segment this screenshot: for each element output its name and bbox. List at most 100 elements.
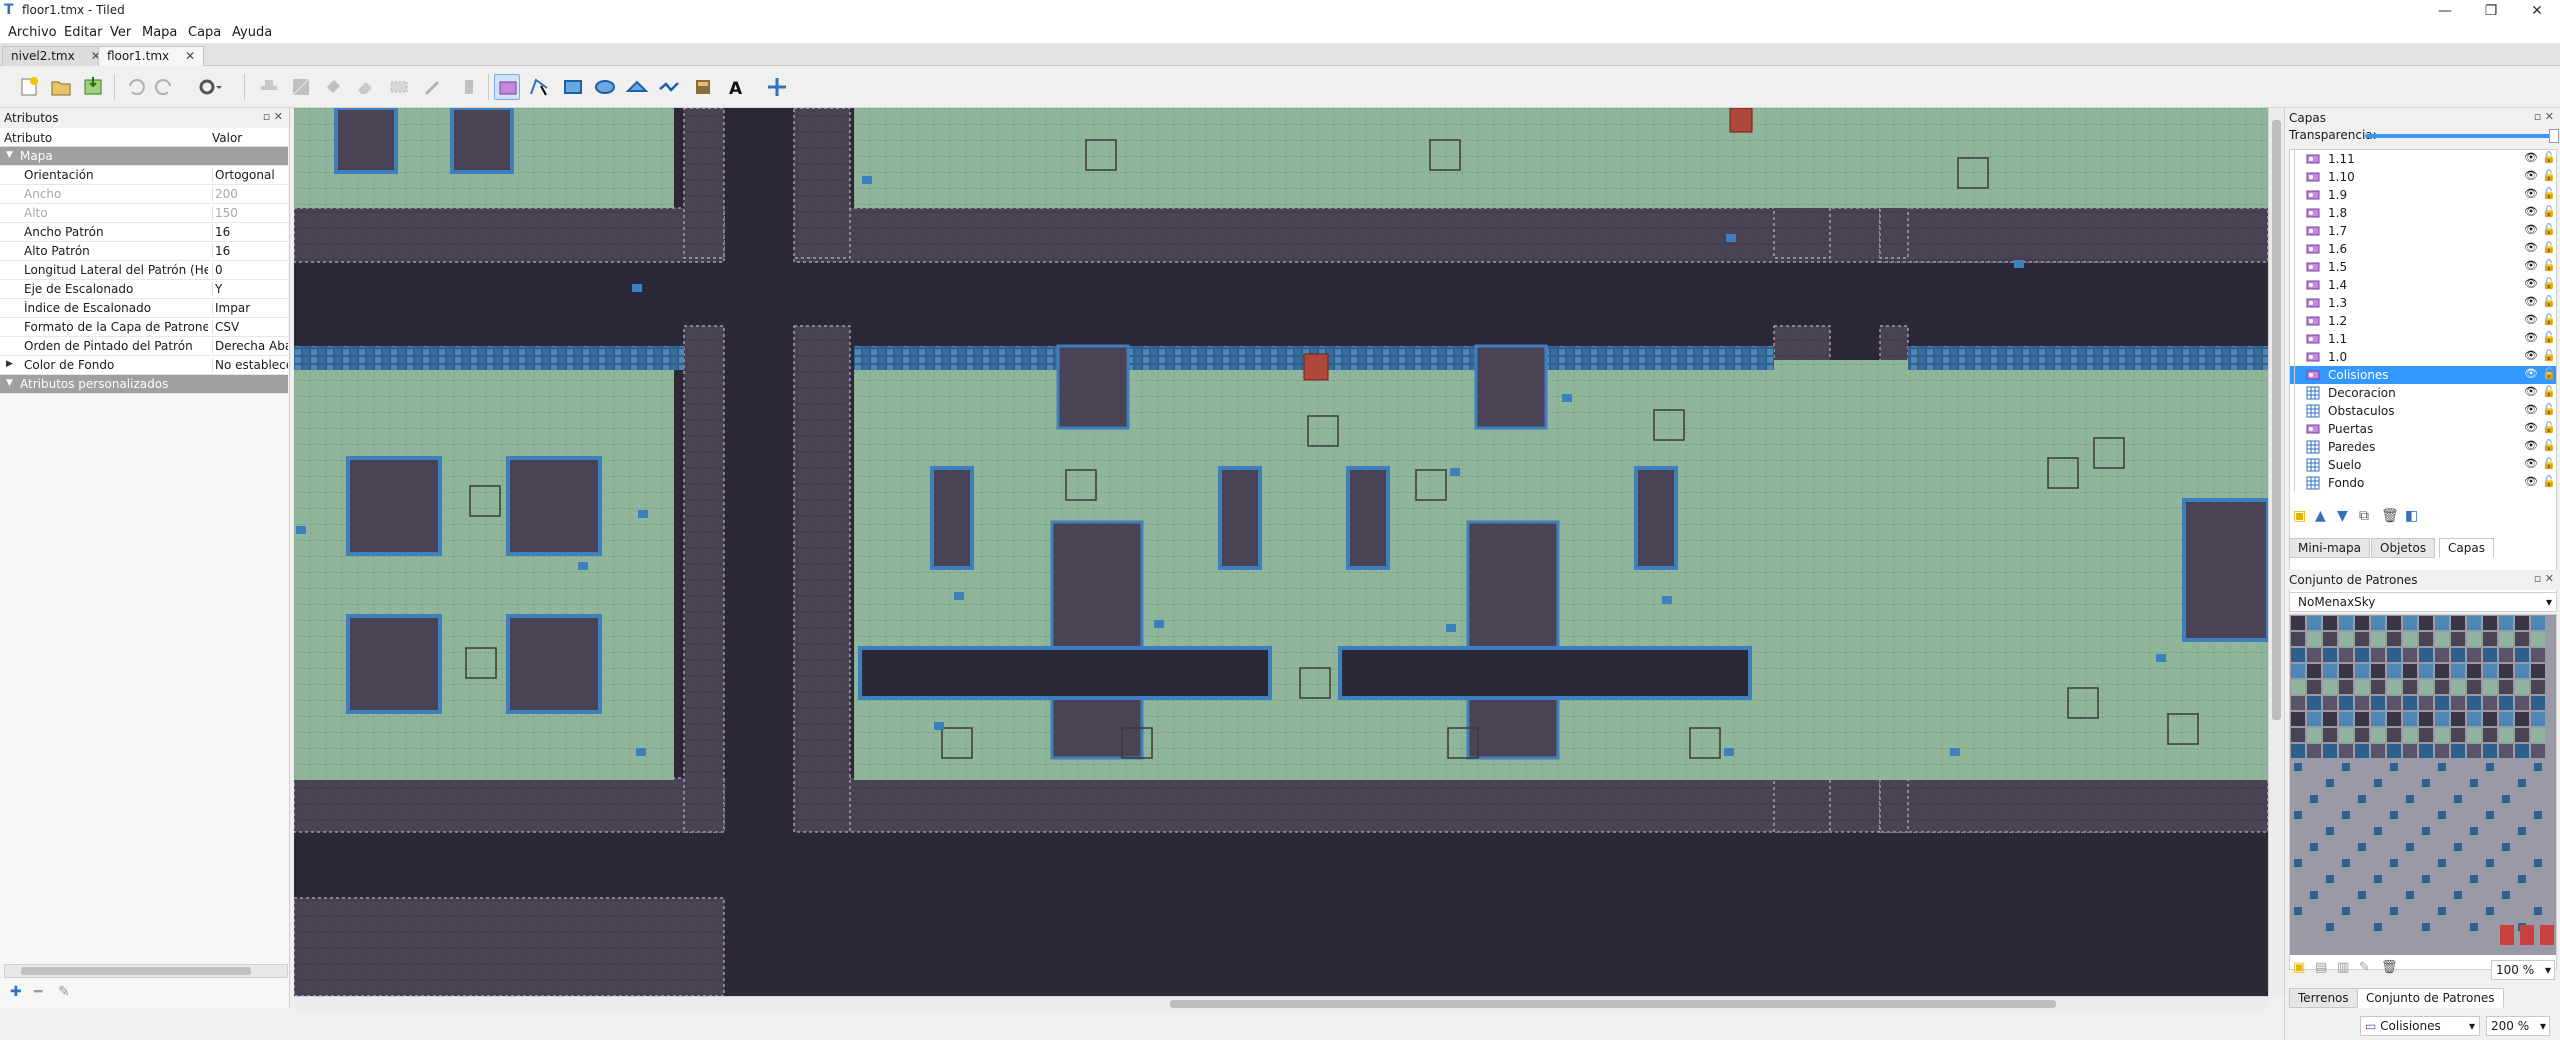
visibility-eye-icon[interactable]: 👁 — [2524, 421, 2538, 434]
map-vertical-scrollbar[interactable] — [2268, 108, 2284, 996]
layer-row[interactable]: 1.8 👁 🔓 — [2290, 204, 2556, 222]
tileset-tile[interactable] — [2387, 648, 2401, 662]
chevron-down-icon[interactable]: ▾ — [2540, 1019, 2546, 1033]
attribute-row[interactable]: Ancho Patrón 16 — [0, 223, 288, 242]
rename-property-icon[interactable]: ✎ — [58, 984, 70, 1000]
tileset-tile[interactable] — [2515, 632, 2529, 646]
attribute-row[interactable]: Ancho 200 — [0, 185, 288, 204]
tileset-tile[interactable] — [2323, 728, 2337, 742]
tileset-tile[interactable] — [2454, 795, 2462, 803]
tileset-tile[interactable] — [2467, 712, 2481, 726]
open-icon[interactable] — [48, 74, 74, 100]
tileset-tile[interactable] — [2307, 744, 2321, 758]
lock-icon[interactable]: 🔓 — [2542, 223, 2556, 236]
tileset-tile[interactable] — [2371, 696, 2385, 710]
tileset-tile[interactable] — [2371, 632, 2385, 646]
tileset-tile[interactable] — [2483, 728, 2497, 742]
tileset-tile[interactable] — [2374, 875, 2382, 883]
tileset-tile[interactable] — [2355, 744, 2369, 758]
layer-row[interactable]: Decoracion 👁 🔓 — [2290, 384, 2556, 402]
tileset-tile[interactable] — [2499, 632, 2513, 646]
tileset-tile[interactable] — [2342, 811, 2350, 819]
tileset-tile[interactable] — [2502, 795, 2510, 803]
tileset-tile[interactable] — [2291, 616, 2305, 630]
lock-icon[interactable]: 🔓 — [2542, 385, 2556, 398]
tileset-tile[interactable] — [2435, 680, 2449, 694]
layer-row[interactable]: 1.5 👁 🔓 — [2290, 258, 2556, 276]
tileset-tile[interactable] — [2467, 728, 2481, 742]
tileset-tile[interactable] — [2371, 616, 2385, 630]
tileset-tile[interactable] — [2387, 664, 2401, 678]
close-window-button[interactable]: ✕ — [2514, 0, 2560, 22]
tileset-tile[interactable] — [2371, 712, 2385, 726]
tileset-tile[interactable] — [2390, 811, 2398, 819]
lock-icon[interactable]: 🔓 — [2542, 349, 2556, 362]
tileset-tile[interactable] — [2515, 712, 2529, 726]
new-tileset-icon[interactable]: ▣ — [2293, 960, 2305, 975]
tileset-tile[interactable] — [2355, 728, 2369, 742]
menu-editar[interactable]: Editar — [64, 25, 103, 40]
tab-floor1[interactable]: floor1.tmx ✕ — [98, 46, 205, 66]
tileset-tile[interactable] — [2374, 779, 2382, 787]
visibility-eye-icon[interactable]: 👁 — [2524, 475, 2538, 488]
tileset-tile[interactable] — [2451, 664, 2465, 678]
tileset-tile[interactable] — [2531, 648, 2545, 662]
save-icon[interactable] — [80, 74, 106, 100]
tileset-tile[interactable] — [2531, 696, 2545, 710]
tileset-tile[interactable] — [2291, 744, 2305, 758]
insert-polyline-icon[interactable] — [656, 74, 682, 100]
layer-row[interactable]: 1.0 👁 🔓 — [2290, 348, 2556, 366]
tileset-tile[interactable] — [2403, 712, 2417, 726]
tileset-tile[interactable] — [2342, 763, 2350, 771]
tileset-tile[interactable] — [2499, 648, 2513, 662]
visibility-eye-icon[interactable]: 👁 — [2524, 349, 2538, 362]
attribute-value[interactable]: 150 — [212, 206, 288, 220]
attribute-row[interactable]: Orientación Ortogonal — [0, 166, 288, 185]
tileset-tile[interactable] — [2470, 875, 2478, 883]
tileset-tile[interactable] — [2518, 875, 2526, 883]
tileset-tile[interactable] — [2499, 664, 2513, 678]
tileset-tile[interactable] — [2339, 664, 2353, 678]
tileset-tile[interactable] — [2374, 827, 2382, 835]
visibility-eye-icon[interactable]: 👁 — [2524, 187, 2538, 200]
tileset-tile[interactable] — [2483, 664, 2497, 678]
tileset-tile[interactable] — [2499, 680, 2513, 694]
menu-ayuda[interactable]: Ayuda — [232, 25, 272, 40]
tileset-tile[interactable] — [2483, 680, 2497, 694]
tileset-tile[interactable] — [2470, 923, 2478, 931]
expanded-arrow-icon[interactable]: ▼ — [6, 378, 13, 388]
random-mode-icon[interactable] — [764, 74, 790, 100]
tileset-tile[interactable] — [2419, 744, 2433, 758]
tileset-tile[interactable] — [2371, 680, 2385, 694]
tileset-tile[interactable] — [2500, 925, 2514, 945]
tileset-tile[interactable] — [2438, 907, 2446, 915]
tileset-tile[interactable] — [2451, 632, 2465, 646]
tileset-tile[interactable] — [2387, 744, 2401, 758]
tileset-tile[interactable] — [2486, 763, 2494, 771]
layer-row[interactable]: 1.2 👁 🔓 — [2290, 312, 2556, 330]
tileset-tile[interactable] — [2467, 632, 2481, 646]
tileset-tile[interactable] — [2467, 680, 2481, 694]
opacity-slider-handle[interactable] — [2549, 129, 2559, 143]
visibility-eye-icon[interactable]: 👁 — [2524, 385, 2538, 398]
attribute-row[interactable]: Formato de la Capa de Patrones CSV — [0, 318, 288, 337]
export-tileset-icon[interactable]: ▥ — [2337, 960, 2349, 975]
embed-tileset-icon[interactable]: ▤ — [2315, 960, 2327, 975]
tileset-tile[interactable] — [2390, 859, 2398, 867]
tileset-tile[interactable] — [2371, 648, 2385, 662]
tileset-tile[interactable] — [2339, 616, 2353, 630]
tileset-tile[interactable] — [2355, 648, 2369, 662]
tileset-tile[interactable] — [2451, 696, 2465, 710]
attribute-value[interactable]: No establecer — [212, 358, 288, 372]
menu-archivo[interactable]: Archivo — [8, 25, 57, 40]
layer-row[interactable]: 1.10 👁 🔓 — [2290, 168, 2556, 186]
attribute-row[interactable]: Eje de Escalonado Y — [0, 280, 288, 299]
tileset-tile[interactable] — [2419, 728, 2433, 742]
tileset-tile[interactable] — [2467, 696, 2481, 710]
insert-polygon-icon[interactable] — [624, 74, 650, 100]
layer-row[interactable]: 1.6 👁 🔓 — [2290, 240, 2556, 258]
rect-select-icon[interactable] — [386, 74, 412, 100]
tileset-tile[interactable] — [2403, 632, 2417, 646]
collapsed-arrow-icon[interactable]: ▶ — [6, 359, 13, 369]
chevron-down-icon[interactable]: ▾ — [2546, 595, 2552, 609]
